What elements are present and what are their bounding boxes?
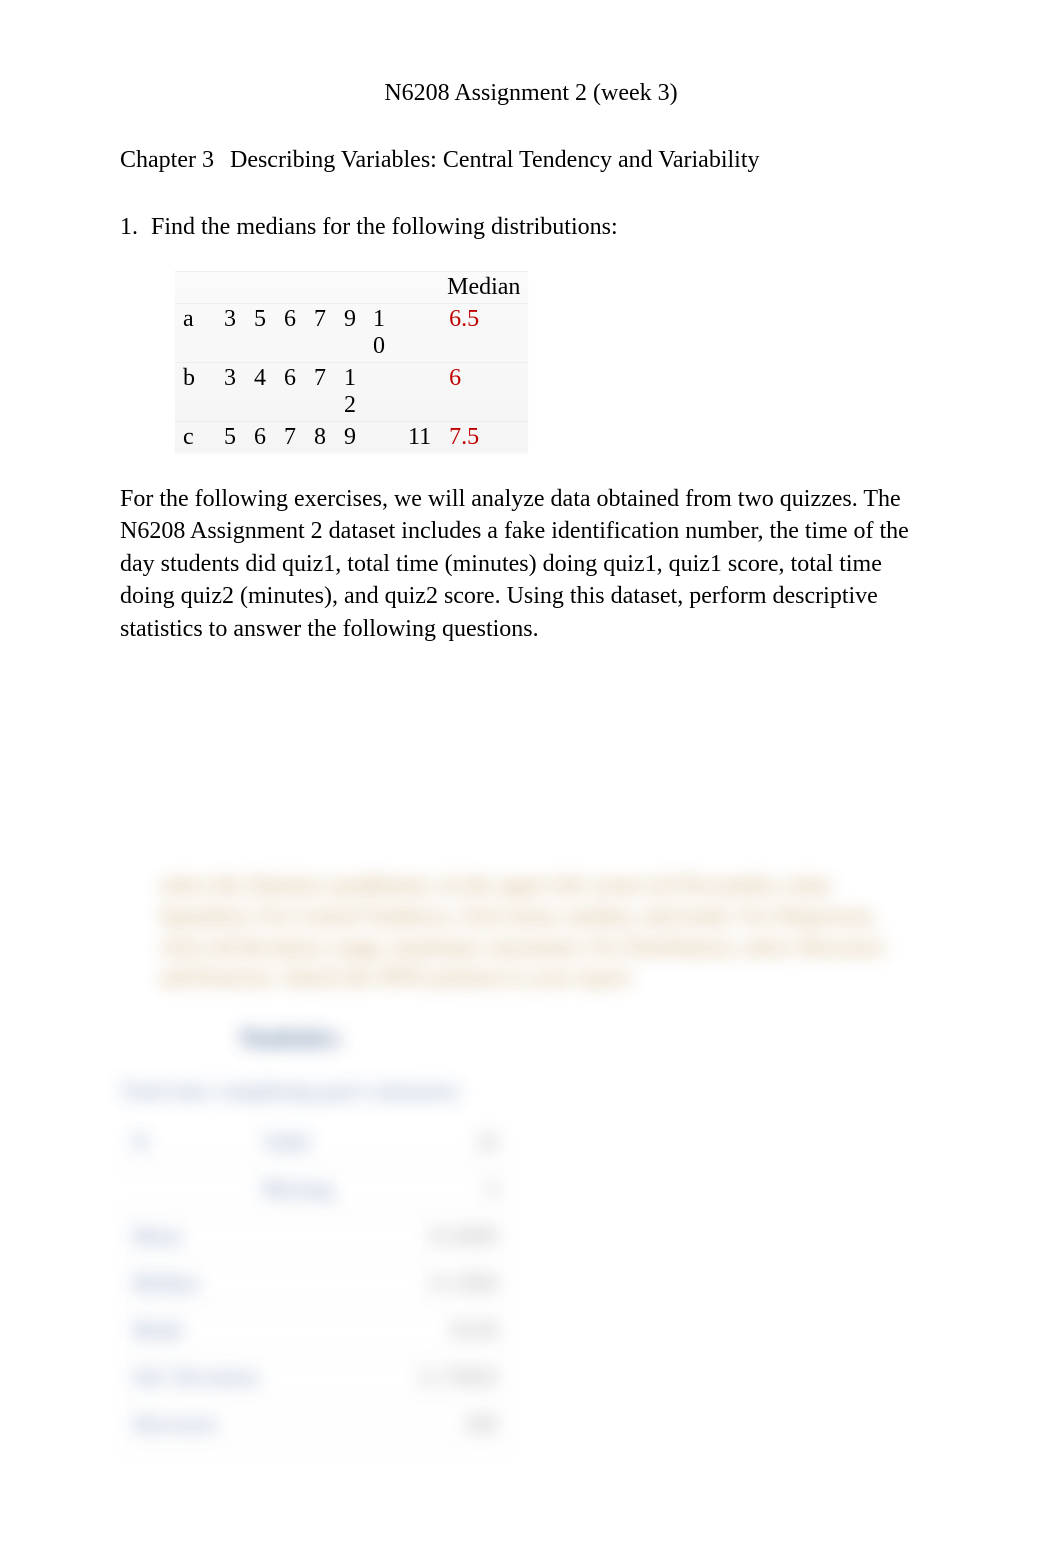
- row-label: a: [175, 304, 215, 363]
- table-cell: [365, 363, 400, 422]
- blurred-instructions: select the Statistics pushbutton. In the…: [120, 870, 942, 993]
- statistics-table: N Valid 20 Missing 0 Mean 32.6000 Median…: [120, 1119, 510, 1448]
- stat-label: Skewness: [120, 1401, 360, 1448]
- table-row: Std. Deviation 12.70820: [120, 1354, 510, 1401]
- table-row: Median 31.5000: [120, 1260, 510, 1307]
- chapter-line: Chapter 3 Describing Variables: Central …: [120, 147, 942, 174]
- chapter-text: Describing Variables: Central Tendency a…: [230, 147, 760, 173]
- median-table: Median a 3 5 6 7 9 10 6.5 b 3 4 6 7 12 6…: [175, 271, 528, 453]
- stat-value: .580: [360, 1401, 510, 1448]
- table-cell: 6: [275, 304, 305, 363]
- stat-sublabel: Valid: [250, 1119, 360, 1166]
- table-cell: 5: [215, 422, 245, 454]
- table-cell: 7: [305, 363, 335, 422]
- stat-label: Std. Deviation: [120, 1354, 360, 1401]
- question-1: 1. Find the medians for the following di…: [120, 214, 942, 241]
- table-header-row: Median: [175, 272, 528, 304]
- table-cell: 12: [335, 363, 365, 422]
- table-cell: 5: [245, 304, 275, 363]
- blurred-content: select the Statistics pushbutton. In the…: [120, 870, 942, 1448]
- table-row: Mean 32.6000: [120, 1213, 510, 1260]
- table-cell: 7: [305, 304, 335, 363]
- table-cell: 3: [215, 304, 245, 363]
- stat-label: Mode: [120, 1307, 360, 1354]
- stat-label: Mean: [120, 1213, 360, 1260]
- stat-value: 31.5000: [360, 1260, 510, 1307]
- table-cell: 11: [400, 422, 439, 454]
- table-cell: 7: [275, 422, 305, 454]
- median-header: Median: [439, 272, 528, 304]
- table-cell: [400, 363, 439, 422]
- table-cell: [365, 422, 400, 454]
- table-cell: 9: [335, 422, 365, 454]
- table-cell: 9: [335, 304, 365, 363]
- table-row: Skewness .580: [120, 1401, 510, 1448]
- table-row: b 3 4 6 7 12 6: [175, 363, 528, 422]
- page-title: N6208 Assignment 2 (week 3): [120, 80, 942, 107]
- question-text: Find the medians for the following distr…: [151, 214, 618, 240]
- statistics-subtitle: Total time completing quiz1 (minutes): [120, 1078, 942, 1104]
- table-row: N Valid 20: [120, 1119, 510, 1166]
- stat-value: 20: [360, 1119, 510, 1166]
- table-row: Mode 30.00: [120, 1307, 510, 1354]
- stat-value: 30.00: [360, 1307, 510, 1354]
- table-cell: [400, 304, 439, 363]
- chapter-label: Chapter 3: [120, 147, 214, 174]
- row-label: c: [175, 422, 215, 454]
- statistics-header: Statistics: [240, 1023, 942, 1053]
- question-number: 1.: [120, 214, 145, 241]
- table-cell: 6: [245, 422, 275, 454]
- stat-value: 0: [360, 1166, 510, 1213]
- table-row: a 3 5 6 7 9 10 6.5: [175, 304, 528, 363]
- table-cell: 6: [275, 363, 305, 422]
- stat-label: N: [120, 1119, 250, 1166]
- row-label: b: [175, 363, 215, 422]
- description-paragraph: For the following exercises, we will ana…: [120, 483, 942, 645]
- table-cell: 8: [305, 422, 335, 454]
- median-value: 6: [439, 363, 528, 422]
- stat-value: 12.70820: [360, 1354, 510, 1401]
- stat-label: [120, 1166, 250, 1213]
- table-cell: 3: [215, 363, 245, 422]
- table-cell: 10: [365, 304, 400, 363]
- table-row: c 5 6 7 8 9 11 7.5: [175, 422, 528, 454]
- table-cell: 4: [245, 363, 275, 422]
- stat-label: Median: [120, 1260, 360, 1307]
- stat-sublabel: Missing: [250, 1166, 360, 1213]
- stat-value: 32.6000: [360, 1213, 510, 1260]
- table-row: Missing 0: [120, 1166, 510, 1213]
- median-value: 6.5: [439, 304, 528, 363]
- median-value: 7.5: [439, 422, 528, 454]
